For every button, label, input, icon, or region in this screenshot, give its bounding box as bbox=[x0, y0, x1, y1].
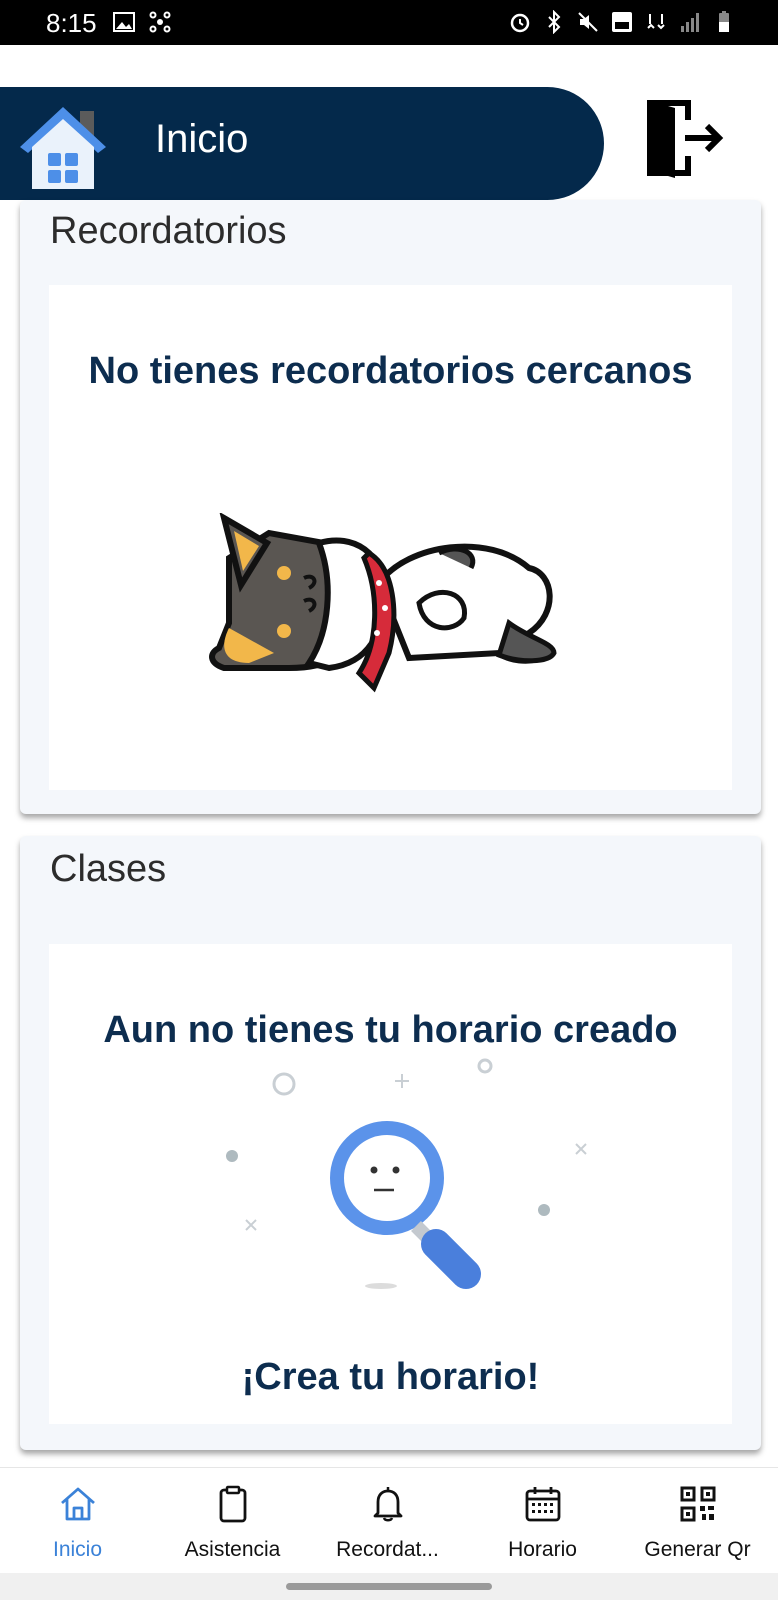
classes-empty-panel: Aun no tienes tu horario creado ¡Crea tu… bbox=[49, 944, 732, 1424]
volte-icon bbox=[612, 12, 632, 32]
reminders-empty-panel: No tienes recordatorios cercanos bbox=[49, 285, 732, 790]
reminders-title: Recordatorios bbox=[50, 210, 287, 252]
classes-card: Clases Aun no tienes tu horario creado ¡… bbox=[20, 836, 761, 1450]
bluetooth-icon bbox=[548, 10, 561, 34]
status-bar: 8:15 bbox=[0, 0, 778, 45]
nav-label-asistencia: Asistencia bbox=[184, 1538, 281, 1561]
page-title: Inicio bbox=[155, 117, 249, 161]
nav-item-asistencia[interactable]: Asistencia bbox=[155, 1468, 310, 1574]
home-icon bbox=[20, 107, 106, 189]
status-time: 8:15 bbox=[46, 8, 97, 38]
classes-title: Clases bbox=[50, 848, 167, 890]
reminders-empty-message: No tienes recordatorios cercanos bbox=[88, 350, 693, 392]
alarm-icon bbox=[510, 13, 530, 33]
gallery-icon bbox=[113, 12, 135, 32]
data-4g-icon bbox=[647, 14, 665, 30]
nav-item-generar-qr[interactable]: Generar Qr bbox=[620, 1468, 775, 1574]
nav-label-recordatorios: Recordat... bbox=[336, 1538, 439, 1561]
nav-label-generar-qr: Generar Qr bbox=[644, 1538, 751, 1561]
logout-icon[interactable] bbox=[641, 98, 725, 178]
nav-label-inicio: Inicio bbox=[52, 1538, 103, 1561]
battery-icon bbox=[719, 11, 729, 32]
nav-label-horario: Horario bbox=[508, 1538, 577, 1561]
bottom-navigation: Inicio Asistencia Recordat... Horario Ge… bbox=[0, 1467, 778, 1574]
sleeping-dog-illustration bbox=[209, 513, 557, 693]
mute-icon bbox=[578, 12, 598, 32]
gesture-area bbox=[0, 1573, 778, 1600]
nav-item-inicio[interactable]: Inicio bbox=[0, 1468, 155, 1574]
clipboard-icon bbox=[219, 1485, 247, 1523]
qr-code-icon bbox=[680, 1486, 716, 1522]
classes-empty-message: Aun no tienes tu horario creado bbox=[103, 1009, 678, 1051]
home-icon bbox=[61, 1487, 95, 1521]
not-found-illustration bbox=[226, 1058, 587, 1289]
nav-item-horario[interactable]: Horario bbox=[465, 1468, 620, 1574]
reminders-card: Recordatorios No tienes recordatorios ce… bbox=[20, 200, 761, 814]
nav-item-recordatorios[interactable]: Recordat... bbox=[310, 1468, 465, 1574]
create-schedule-link[interactable]: ¡Crea tu horario! bbox=[49, 1356, 732, 1399]
gesture-handle[interactable] bbox=[286, 1583, 492, 1590]
calendar-icon bbox=[525, 1487, 561, 1522]
network-icon bbox=[149, 11, 171, 33]
signal-icon bbox=[681, 13, 699, 32]
bell-icon bbox=[373, 1487, 403, 1522]
